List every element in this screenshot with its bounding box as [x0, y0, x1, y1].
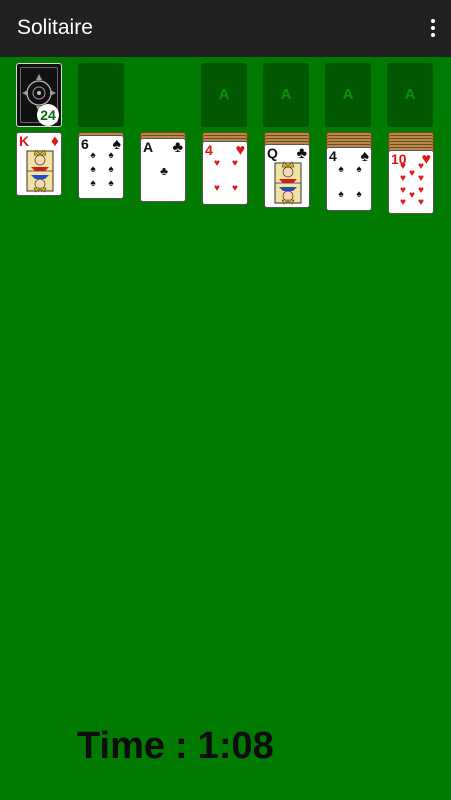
waste-slot[interactable] — [78, 63, 124, 127]
pip-hearts-icon: ♥ — [214, 183, 220, 194]
court-figure-icon — [26, 149, 54, 193]
card-a-clubs[interactable]: A ♣ ♣ — [140, 138, 186, 202]
pip-hearts-icon: ♥ — [400, 173, 406, 184]
pip-hearts-icon: ♥ — [400, 185, 406, 196]
app-bar: Solitaire — [0, 0, 451, 57]
pip-hearts-icon: ♥ — [418, 185, 424, 196]
card-4-hearts[interactable]: 4 ♥ ♥ ♥ ♥ ♥ — [202, 141, 248, 205]
timer: Time:1:08 — [77, 725, 274, 768]
pip-clubs-icon: ♣ — [160, 164, 168, 178]
card-face-art: ♥ ♥♥♥ ♥♥ ♥♥♥ ♥ — [400, 161, 424, 208]
pip-hearts-icon: ♥ — [400, 161, 406, 172]
card-face-art: ♥ ♥ ♥ ♥ — [214, 158, 238, 194]
foundation-slot-2[interactable]: A — [263, 63, 309, 127]
timer-value: 1:08 — [197, 725, 274, 767]
pip-spades-icon: ♠ — [90, 150, 96, 161]
pip-spades-icon: ♠ — [108, 178, 114, 189]
card-6-spades[interactable]: 6 ♠ ♠ ♠ ♠ ♠ ♠ ♠ — [78, 135, 124, 199]
foundation-slot-4[interactable]: A — [387, 63, 433, 127]
pip-hearts-icon: ♥ — [409, 190, 415, 201]
pip-hearts-icon: ♥ — [409, 168, 415, 179]
card-4-spades[interactable]: 4 ♠ ♠ ♠ ♠ ♠ — [326, 147, 372, 211]
pip-hearts-icon: ♥ — [232, 158, 238, 169]
pip-spades-icon: ♠ — [90, 164, 96, 175]
pip-hearts-icon: ♥ — [214, 158, 220, 169]
app-title: Solitaire — [17, 16, 93, 39]
card-q-clubs[interactable]: Q ♣ — [264, 144, 310, 208]
pip-hearts-icon: ♥ — [400, 197, 406, 208]
more-vert-icon[interactable] — [425, 14, 441, 42]
stock-count-badge: 24 — [37, 104, 59, 126]
pip-hearts-icon: ♥ — [232, 183, 238, 194]
pip-spades-icon: ♠ — [356, 164, 362, 175]
pip-spades-icon: ♠ — [108, 150, 114, 161]
card-face-art: ♣ — [160, 164, 168, 178]
card-face-art — [26, 149, 54, 193]
foundation-slot-3[interactable]: A — [325, 63, 371, 127]
card-face-art: ♠ ♠ ♠ ♠ ♠ ♠ — [90, 150, 114, 189]
card-10-hearts[interactable]: 10 ♥ ♥ ♥ ♥ ♥ ♥ ♥ ♥ ♥ ♥ ♥ — [388, 150, 434, 214]
timer-separator: : — [175, 725, 188, 767]
pip-hearts-icon: ♥ — [418, 173, 424, 184]
court-figure-icon — [274, 161, 302, 205]
pip-spades-icon: ♠ — [356, 189, 362, 200]
pip-spades-icon: ♠ — [108, 164, 114, 175]
card-k-diamonds[interactable]: K ♦ — [16, 132, 62, 196]
foundation-slot-1[interactable]: A — [201, 63, 247, 127]
pip-spades-icon: ♠ — [90, 178, 96, 189]
pip-hearts-icon: ♥ — [418, 161, 424, 172]
pip-spades-icon: ♠ — [338, 164, 344, 175]
card-face-art — [274, 161, 302, 205]
pip-spades-icon: ♠ — [338, 189, 344, 200]
card-face-art: ♠ ♠ ♠ ♠ — [338, 164, 362, 200]
timer-label: Time — [77, 725, 166, 767]
pip-hearts-icon: ♥ — [418, 197, 424, 208]
